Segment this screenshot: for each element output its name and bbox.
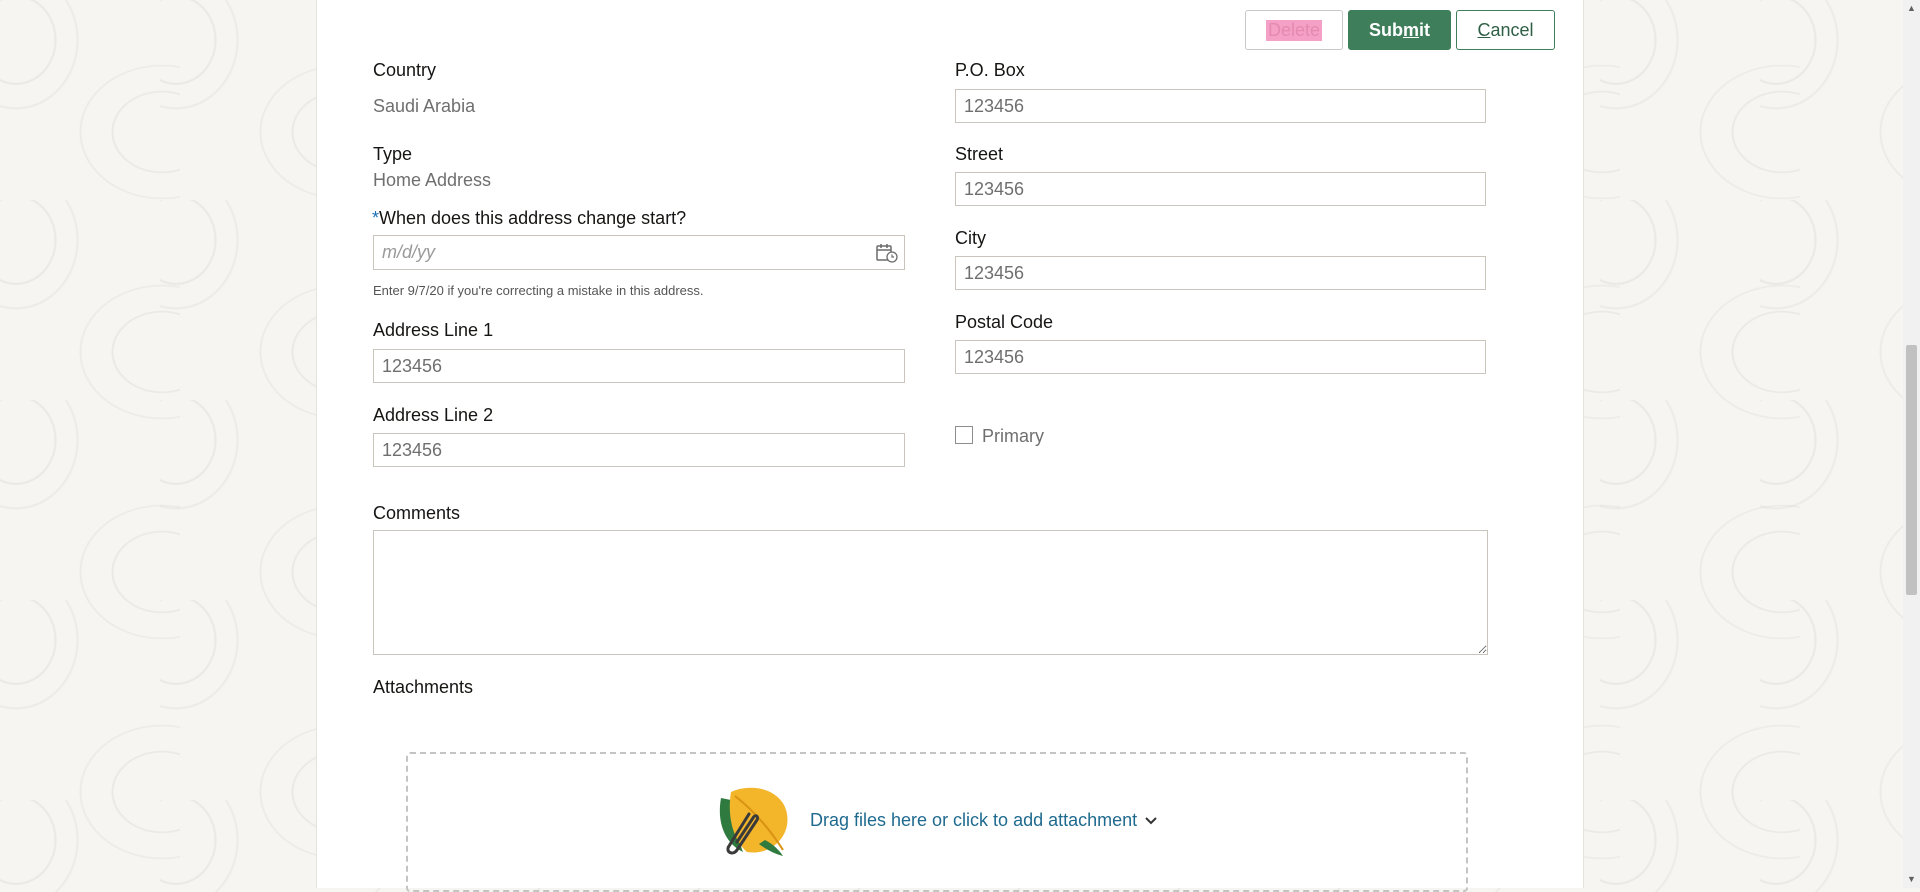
cancel-button[interactable]: Cancel [1456,10,1555,50]
attachments-label: Attachments [373,677,474,697]
submit-label-mnemonic: m [1402,19,1419,40]
start-date-hint: Enter 9/7/20 if you're correcting a mist… [373,283,704,298]
primary-checkbox[interactable] [955,426,973,444]
submit-button[interactable]: Sub m it [1348,10,1451,50]
start-date-field[interactable] [373,235,905,270]
submit-label-post: it [1419,19,1430,40]
delete-button[interactable]: Delete [1245,10,1343,50]
start-date-input[interactable] [374,236,860,269]
street-input[interactable] [955,172,1486,206]
scrollbar-thumb[interactable] [1906,345,1917,595]
type-label: Type [373,144,413,164]
required-mark: * [372,208,380,228]
address-line-2-label: Address Line 2 [373,405,494,425]
street-label: Street [955,144,1004,164]
comments-textarea[interactable] [373,530,1488,655]
primary-label[interactable]: Primary [982,426,1044,447]
address-line-1-input[interactable] [373,349,905,383]
start-date-label: *When does this address change start? [372,208,686,229]
page-scrollbar[interactable]: ▲ ▼ [1903,0,1920,888]
postal-code-input[interactable] [955,340,1486,374]
address-line-2-input[interactable] [373,433,905,467]
calendar-icon[interactable] [876,243,898,263]
dropzone-text: Drag files here or click to add attachme… [810,810,1138,830]
chevron-down-icon[interactable] [1143,812,1159,828]
start-date-label-text: When does this address change start? [379,208,687,228]
country-label: Country [373,60,437,80]
cancel-label-post: ancel [1490,19,1534,40]
po-box-label: P.O. Box [955,60,1025,80]
cancel-label-mnemonic: C [1477,19,1491,40]
scroll-down-arrow-icon[interactable]: ▼ [1903,871,1920,888]
postal-code-label: Postal Code [955,312,1054,332]
address-line-1-label: Address Line 1 [373,320,494,340]
city-label: City [955,228,986,248]
scroll-up-arrow-icon[interactable]: ▲ [1903,0,1920,17]
attachment-leaf-icon [719,787,788,856]
submit-label-pre: Sub [1368,19,1403,40]
country-value: Saudi Arabia [373,96,476,116]
attachment-dropzone[interactable]: Drag files here or click to add attachme… [406,752,1468,892]
delete-button-label: Delete [1265,19,1323,41]
po-box-input[interactable] [955,89,1486,123]
city-input[interactable] [955,256,1486,290]
type-value: Home Address [373,170,492,190]
comments-label: Comments [373,503,461,523]
